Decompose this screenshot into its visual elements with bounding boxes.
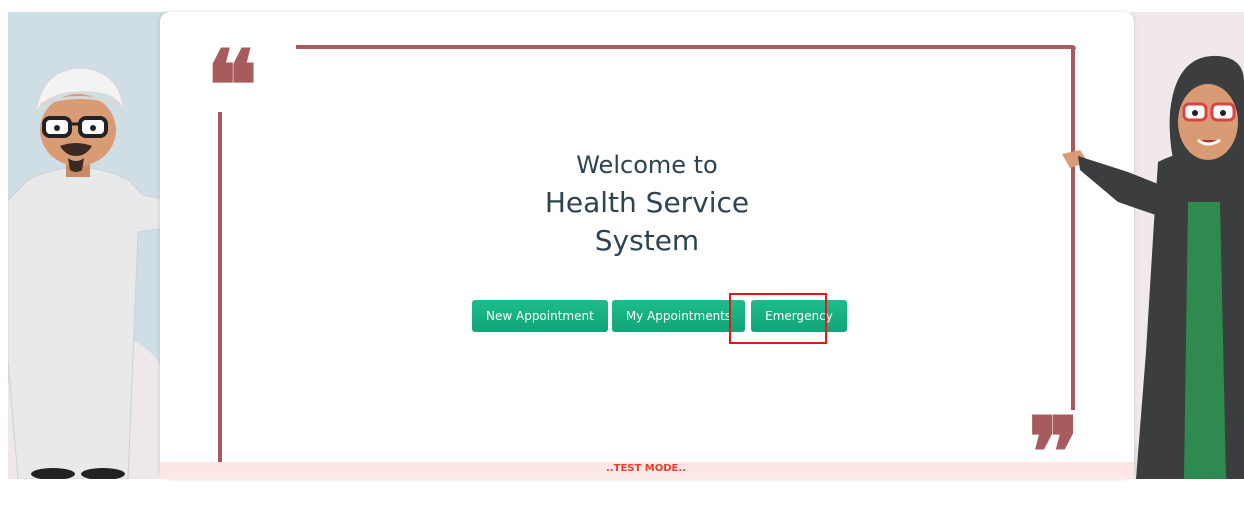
new-appointment-button[interactable]: New Appointment [472,300,608,332]
frame-left-line [218,112,222,468]
frame-top-line [296,45,1076,49]
system-name-line: Health Service [544,186,750,219]
welcome-heading: Welcome to Health Service System [460,150,834,260]
emergency-highlight-box [729,293,827,344]
open-quote-icon: ❝ [206,29,258,142]
woman-illustration [1062,55,1244,479]
welcome-line: Welcome to [576,151,718,179]
system-name-line-2: System [594,224,700,257]
my-appointments-button[interactable]: My Appointments [611,300,746,332]
test-mode-label: ..TEST MODE.. [606,463,686,474]
